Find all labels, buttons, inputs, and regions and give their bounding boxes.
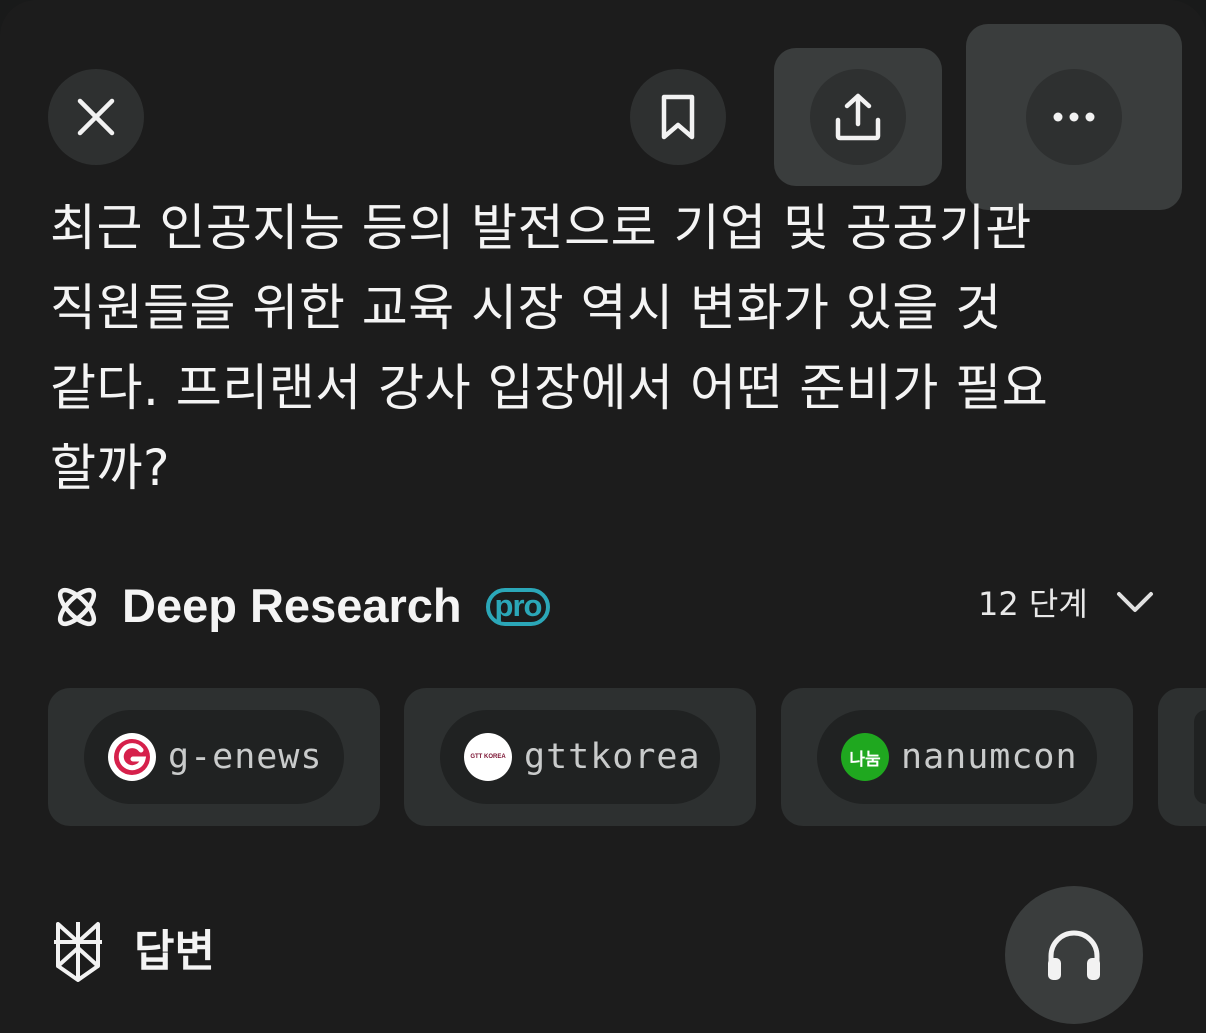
question-line: 최근 인공지능 등의 발전으로 기업 및 공공기관 [50, 199, 1032, 257]
question-line: 할까? [50, 439, 171, 497]
source-card[interactable]: GTT KOREA gttkorea [404, 688, 756, 826]
steps-count: 12 단계 [978, 585, 1088, 623]
close-icon [77, 98, 115, 136]
source-chip[interactable]: 나눔 nanumcon [817, 710, 1097, 804]
more-button[interactable] [1026, 69, 1122, 165]
answer-header: 답변 [52, 920, 452, 990]
gttkorea-logo: GTT KOREA [464, 733, 512, 781]
source-chip[interactable]: GTT KOREA gttkorea [440, 710, 720, 804]
listen-button[interactable] [1005, 886, 1143, 1024]
share-icon [835, 93, 881, 141]
source-card[interactable]: 나눔 nanumcon [781, 688, 1133, 826]
source-name: g-enews [168, 737, 323, 777]
source-card[interactable]: g-enews [48, 688, 380, 826]
deep-research-header[interactable]: Deep Research pro 12 단계 [52, 574, 1162, 638]
bookmark-icon [661, 94, 695, 140]
source-name: nanumcon [901, 737, 1078, 777]
deep-research-label: Deep Research [122, 579, 462, 632]
g-enews-logo [108, 733, 156, 781]
source-chip[interactable]: g-enews [84, 710, 344, 804]
more-horizontal-icon [1053, 112, 1095, 122]
nanumcon-logo: 나눔 [841, 733, 889, 781]
source-card-partial[interactable] [1158, 688, 1206, 826]
answer-sheet: 최근 인공지능 등의 발전으로 기업 및 공공기관 직원들을 위한 교육 시장 … [0, 0, 1206, 1033]
close-button[interactable] [48, 69, 144, 165]
question-title: 최근 인공지능 등의 발전으로 기업 및 공공기관 직원들을 위한 교육 시장 … [50, 188, 1160, 508]
pro-badge: pro [486, 588, 550, 626]
source-name: gttkorea [524, 737, 701, 777]
bookmark-button[interactable] [630, 69, 726, 165]
question-line: 같다. 프리랜서 강사 입장에서 어떤 준비가 필요 [50, 359, 1049, 417]
question-line: 직원들을 위한 교육 시장 역시 변화가 있을 것 [50, 279, 1002, 337]
atom-icon [57, 587, 97, 627]
share-button[interactable] [810, 69, 906, 165]
source-chip[interactable] [1194, 710, 1206, 804]
answer-label: 답변 [134, 926, 215, 977]
chevron-down-icon[interactable] [1116, 590, 1154, 614]
headphones-icon [1048, 930, 1100, 980]
perplexity-logo-icon [54, 922, 102, 982]
